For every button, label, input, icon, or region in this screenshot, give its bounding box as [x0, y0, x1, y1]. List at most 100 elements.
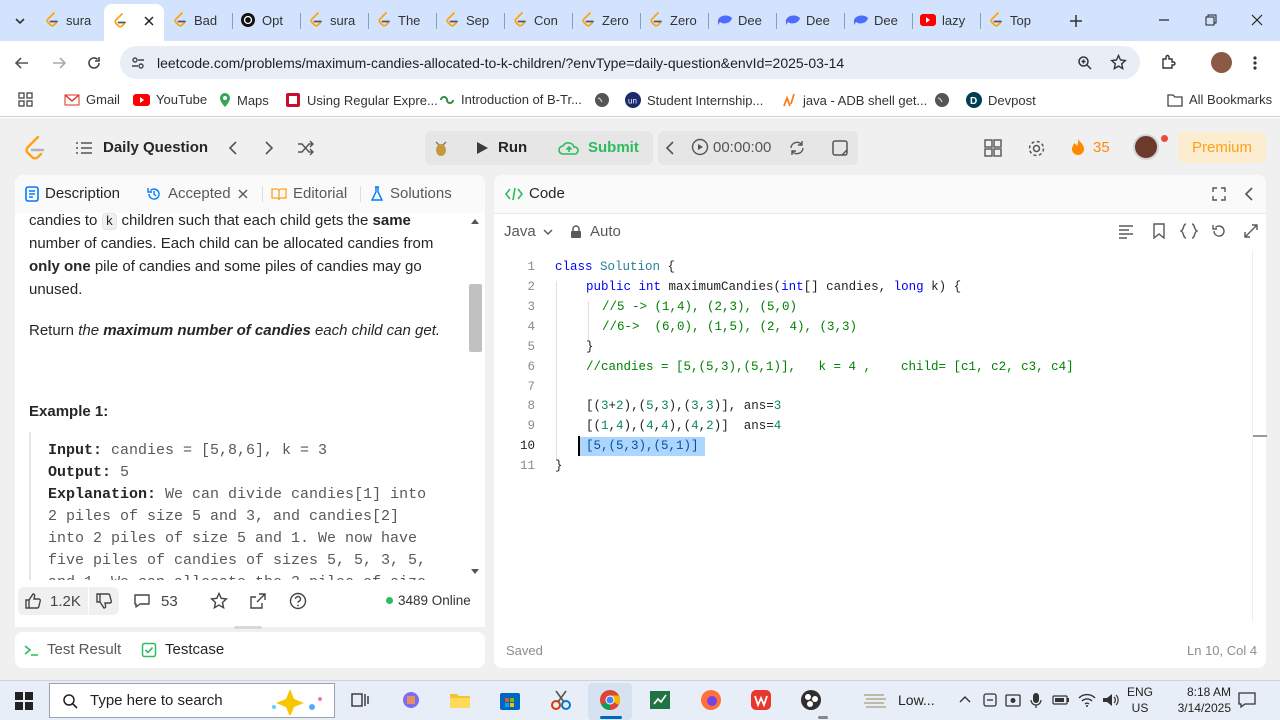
snipping-tool-icon[interactable]	[550, 689, 572, 711]
tray-screenshot-icon[interactable]	[1005, 692, 1021, 708]
browser-tab[interactable]: Zero	[572, 3, 640, 37]
wps-office-icon[interactable]	[750, 689, 772, 711]
bookmark-youtube[interactable]: YouTube	[133, 92, 207, 107]
tab-description[interactable]: Description	[25, 185, 120, 202]
timer-collapse-icon[interactable]	[664, 140, 676, 156]
bookmark-devpost[interactable]: D Devpost	[966, 92, 1036, 108]
forward-icon[interactable]	[51, 55, 67, 71]
restore-button[interactable]	[1203, 12, 1219, 28]
code-line-9[interactable]: [(1,4),(4,4),(4,2)] ans=4	[586, 419, 781, 433]
daily-question-title[interactable]: Daily Question	[103, 139, 208, 156]
taskbar-search[interactable]: Type here to search	[49, 683, 335, 718]
prev-problem-icon[interactable]	[226, 140, 240, 156]
battery-icon[interactable]	[1052, 692, 1070, 708]
code-line-2[interactable]: public int maximumCandies(int[] candies,…	[586, 280, 961, 294]
share-icon[interactable]	[249, 592, 267, 610]
bookmark-gmail[interactable]: Gmail	[64, 92, 120, 107]
code-line-1[interactable]: class Solution {	[555, 260, 675, 274]
browser-tab[interactable]: Dee	[708, 3, 776, 37]
like-button[interactable]: 1.2K	[24, 592, 81, 610]
code-line-10[interactable]: [5,(5,3),(5,1)]	[586, 439, 699, 453]
debug-icon[interactable]	[432, 139, 450, 157]
browser-tab[interactable]	[104, 4, 164, 41]
new-tab-button[interactable]	[1066, 11, 1086, 31]
code-tab[interactable]: Code	[505, 185, 565, 202]
code-line-6[interactable]: //candies = [5,(5,3),(5,1)], k = 4 , chi…	[586, 360, 1074, 374]
code-line-8[interactable]: [(3+2),(5,3),(3,3)], ans=3	[586, 399, 781, 413]
apps-grid-icon[interactable]	[18, 92, 34, 108]
file-explorer-icon[interactable]	[449, 690, 471, 710]
dislike-button[interactable]	[89, 587, 119, 615]
run-button[interactable]: Run	[474, 139, 527, 156]
braces-icon[interactable]	[1180, 223, 1198, 239]
weather-haze-icon[interactable]	[862, 691, 888, 711]
browser-tab[interactable]: sura	[36, 3, 104, 37]
close-window-button[interactable]	[1249, 12, 1265, 28]
reset-code-icon[interactable]	[1211, 223, 1227, 239]
browser-tab[interactable]: sura	[300, 3, 368, 37]
bookmark-globe-1[interactable]	[594, 92, 610, 108]
bookmark-regex[interactable]: Using Regular Expre...	[285, 92, 438, 108]
submit-button[interactable]: Submit	[558, 139, 639, 156]
browser-tab[interactable]: Zero	[640, 3, 708, 37]
description-scrollbar[interactable]	[469, 284, 482, 352]
tray-chevron-up-icon[interactable]	[958, 694, 972, 704]
browser-tab[interactable]: Bad	[164, 3, 232, 37]
minimize-button[interactable]	[1156, 12, 1172, 28]
profile-avatar[interactable]	[1211, 52, 1232, 73]
firefox-icon[interactable]	[700, 689, 722, 711]
help-icon[interactable]	[289, 592, 307, 610]
language-select[interactable]: Java	[504, 223, 554, 240]
task-view-icon[interactable]	[350, 690, 370, 710]
code-line-5[interactable]: }	[586, 340, 594, 354]
browser-tab[interactable]: Dee	[776, 3, 844, 37]
excel-chart-icon[interactable]	[649, 689, 671, 711]
input-language[interactable]: ENG US	[1127, 684, 1153, 716]
bookmark-star-icon[interactable]	[1110, 54, 1127, 71]
weather-text[interactable]: Low...	[898, 692, 935, 708]
settings-gear-icon[interactable]	[1027, 139, 1046, 158]
tab-close-icon[interactable]	[144, 15, 154, 26]
resize-handle[interactable]	[234, 626, 262, 629]
bookmark-adb[interactable]: java - ADB shell get...	[781, 92, 927, 108]
layout-icon[interactable]	[984, 139, 1002, 157]
wifi-icon[interactable]	[1078, 692, 1096, 708]
tab-editorial[interactable]: Editorial	[271, 185, 347, 202]
tab-solutions[interactable]: Solutions	[370, 185, 452, 202]
windows-start-icon[interactable]	[15, 692, 33, 710]
browser-tab[interactable]: Sep	[436, 3, 504, 37]
timer[interactable]: 00:00:00	[691, 138, 771, 156]
back-icon[interactable]	[14, 55, 30, 71]
tray-app-icon[interactable]	[982, 692, 998, 708]
code-line-4[interactable]: //6-> (6,0), (1,5), (2, 4), (3,3)	[602, 320, 857, 334]
site-info-icon[interactable]	[130, 55, 146, 71]
streak-counter[interactable]: 35	[1069, 137, 1110, 157]
code-line-3[interactable]: //5 -> (1,4), (2,3), (5,0)	[602, 300, 797, 314]
copilot-icon[interactable]	[400, 689, 422, 711]
scroll-down-icon[interactable]	[471, 569, 479, 575]
obs-icon[interactable]	[800, 689, 822, 711]
bookmark-icon[interactable]	[1152, 223, 1166, 239]
leetcode-logo-icon[interactable]	[24, 135, 46, 161]
next-problem-icon[interactable]	[262, 140, 276, 156]
menu-icon[interactable]	[1252, 55, 1258, 71]
premium-button[interactable]: Premium	[1178, 132, 1266, 163]
reload-icon[interactable]	[86, 55, 102, 71]
all-bookmarks[interactable]: All Bookmarks	[1167, 92, 1272, 107]
url-text[interactable]: leetcode.com/problems/maximum-candies-al…	[157, 55, 844, 71]
maximize-icon[interactable]	[1211, 186, 1227, 202]
fullscreen-icon[interactable]	[1243, 223, 1259, 239]
collapse-panel-icon[interactable]	[1243, 186, 1255, 202]
tab-accepted[interactable]: Accepted	[146, 185, 249, 202]
browser-tab[interactable]: The	[368, 3, 436, 37]
bookmark-maps[interactable]: Maps	[219, 92, 269, 108]
comments-button[interactable]: 53	[133, 592, 178, 610]
close-icon[interactable]	[237, 188, 249, 200]
clock[interactable]: 8:18 AM 3/14/2025	[1163, 684, 1231, 716]
browser-tab[interactable]: Dee	[844, 3, 912, 37]
notifications-icon[interactable]	[1238, 691, 1256, 709]
auto-mode[interactable]: Auto	[570, 223, 621, 240]
tab-test-result[interactable]: Test Result	[23, 641, 121, 658]
user-avatar[interactable]	[1133, 134, 1159, 160]
problem-list-icon[interactable]	[75, 141, 93, 155]
